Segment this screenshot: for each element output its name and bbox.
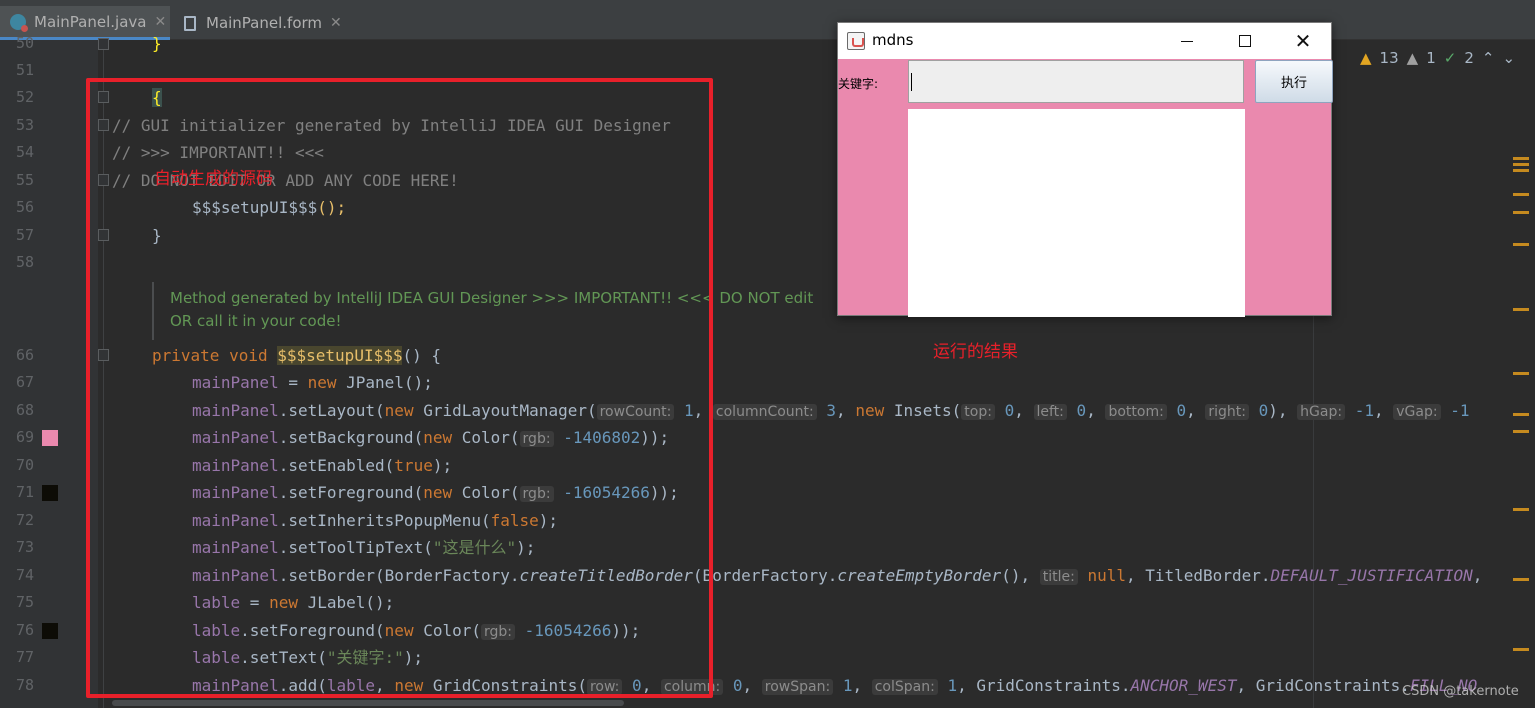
color-swatch-icon[interactable] — [42, 430, 58, 446]
close-icon[interactable]: ✕ — [330, 15, 342, 31]
line-number: 74 — [15, 566, 34, 584]
line-number: 68 — [15, 401, 34, 419]
chevron-up-icon[interactable]: ⌃ — [1482, 49, 1495, 67]
close-icon[interactable]: ✕ — [154, 14, 166, 30]
typo-count: 2 — [1464, 49, 1474, 67]
line-number: 56 — [15, 198, 34, 216]
line-number: 58 — [15, 253, 34, 271]
line-number: 70 — [15, 456, 34, 474]
error-stripe-mark[interactable] — [1513, 578, 1529, 581]
annotation-run-result: 运行的结果 — [933, 342, 1018, 362]
error-stripe-mark[interactable] — [1513, 372, 1529, 375]
line-number: 54 — [15, 143, 34, 161]
watermark: CSDN @takernote — [1402, 684, 1519, 699]
result-text-area[interactable] — [908, 109, 1245, 317]
minimize-icon — [1181, 40, 1193, 42]
window-title-bar[interactable]: mdns ✕ — [838, 23, 1331, 59]
line-number: 75 — [15, 593, 34, 611]
line-number: 67 — [15, 373, 34, 391]
line-number: 51 — [15, 61, 34, 79]
error-stripe-mark[interactable] — [1513, 648, 1529, 651]
form-file-icon — [184, 15, 196, 31]
line-number: 52 — [15, 88, 34, 106]
error-stripe-mark[interactable] — [1513, 243, 1529, 246]
chevron-down-icon[interactable]: ⌄ — [1502, 49, 1515, 67]
error-stripe-mark[interactable] — [1513, 163, 1529, 166]
minimize-button[interactable] — [1158, 23, 1216, 59]
line-number: 72 — [15, 511, 34, 529]
error-stripe-mark[interactable] — [1513, 169, 1529, 172]
error-stripe-mark[interactable] — [1513, 430, 1529, 433]
keyword-label: 关键字: — [838, 77, 879, 91]
tab-label: MainPanel.java — [34, 12, 147, 31]
weak-warning-count: 1 — [1426, 49, 1436, 67]
execute-button[interactable]: 执行 — [1255, 60, 1333, 103]
window-title: mdns — [872, 31, 914, 49]
line-number: 76 — [15, 621, 34, 639]
error-stripe-mark[interactable] — [1513, 157, 1529, 160]
line-number: 73 — [15, 538, 34, 556]
line-number: 55 — [15, 171, 34, 189]
swing-app-window: mdns ✕ 关键字: 执行 — [837, 22, 1333, 317]
inspection-widget[interactable]: ▲ 13 ▲ 1 ✓ 2 ⌃ ⌄ — [1360, 48, 1515, 68]
keyword-input[interactable] — [908, 60, 1244, 103]
maximize-icon — [1239, 35, 1251, 47]
text-caret — [911, 73, 912, 91]
line-number: 77 — [15, 648, 34, 666]
line-number: 57 — [15, 226, 34, 244]
close-icon: ✕ — [1294, 29, 1312, 53]
close-button[interactable]: ✕ — [1274, 23, 1332, 59]
typo-check-icon: ✓ — [1443, 49, 1457, 67]
line-number: 53 — [15, 116, 34, 134]
line-number: 69 — [15, 428, 34, 446]
fold-marker-icon[interactable] — [98, 38, 109, 50]
warning-icon: ▲ — [1360, 49, 1372, 67]
line-number: 71 — [15, 483, 34, 501]
java-class-icon — [10, 13, 28, 32]
java-coffee-icon — [847, 32, 865, 50]
error-stripe-mark[interactable] — [1513, 308, 1529, 311]
error-stripe-mark[interactable] — [1513, 508, 1529, 511]
weak-warning-icon: ▲ — [1406, 49, 1419, 67]
line-number: 78 — [15, 676, 34, 694]
code-text: } — [152, 34, 162, 53]
line-number: 66 — [15, 346, 34, 364]
warning-count: 13 — [1379, 49, 1399, 67]
maximize-button[interactable] — [1216, 23, 1274, 59]
line-number: 50 — [15, 34, 34, 52]
error-stripe-mark[interactable] — [1513, 193, 1529, 196]
error-stripe-mark[interactable] — [1513, 413, 1529, 416]
annotation-generated-code: 自动生成的源码 — [154, 169, 273, 189]
color-swatch-icon[interactable] — [42, 623, 58, 639]
color-swatch-icon[interactable] — [42, 485, 58, 501]
error-stripe-mark[interactable] — [1513, 211, 1529, 214]
horizontal-scrollbar[interactable] — [112, 700, 624, 706]
